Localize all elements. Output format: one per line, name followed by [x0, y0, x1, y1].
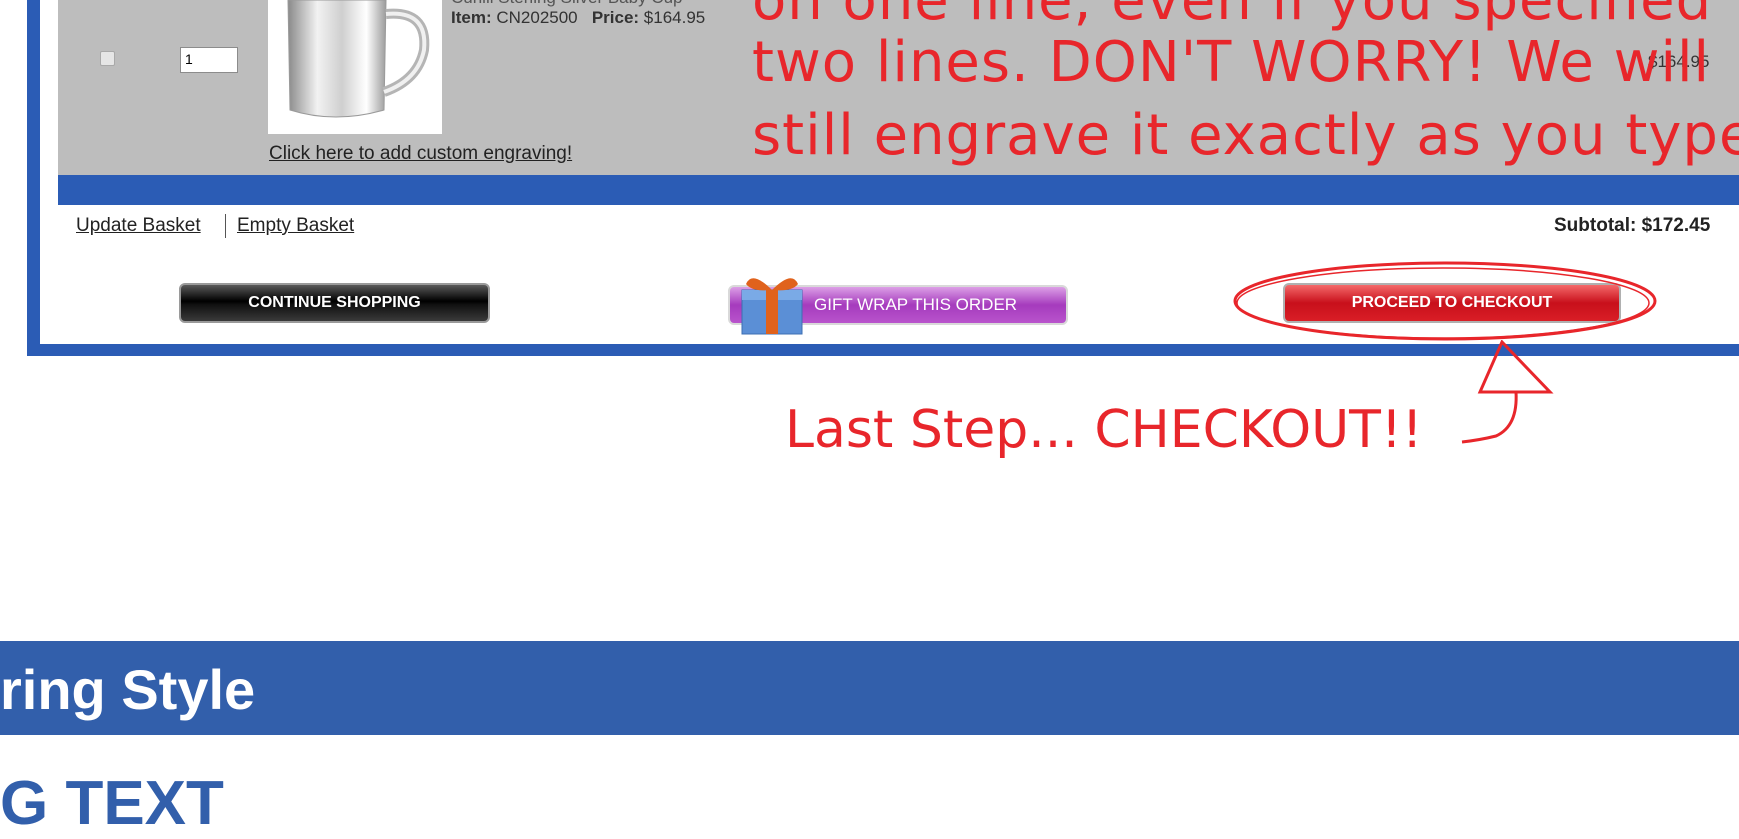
section-title: ring Style [0, 658, 256, 721]
item-price: $164.95 [643, 8, 706, 27]
checkout-caption: Last Step... CHECKOUT!! [785, 400, 1423, 460]
item-label: Item: [451, 8, 492, 27]
checkout-highlight-circle [1233, 261, 1657, 341]
product-details: Item: CN202500 Price: $164.95 [451, 8, 705, 28]
silver-cup-icon [287, 0, 430, 118]
basket-subtotal: Subtotal: $172.45 [1554, 215, 1711, 236]
annotation-line-3: still engrave it exactly as you typed [752, 103, 1739, 168]
price-label: Price: [591, 8, 640, 27]
product-name: Cunill Sterling Silver Baby Cup [451, 0, 683, 8]
section-subtitle: G TEXT [0, 769, 224, 838]
update-basket-link[interactable]: Update Basket [76, 215, 201, 237]
arrow-up-icon [1461, 340, 1554, 444]
continue-shopping-button[interactable]: CONTINUE SHOPPING [179, 283, 490, 323]
remove-item-checkbox[interactable] [100, 51, 115, 66]
annotation-line-2: two lines. DON'T WORRY! We will [752, 30, 1711, 95]
link-separator [225, 214, 226, 238]
quantity-input[interactable]: 1 [180, 47, 238, 73]
add-engraving-link[interactable]: Click here to add custom engraving! [269, 143, 572, 165]
annotation-line-1: on one line, even if you specified [752, 0, 1713, 33]
product-image-silver-cup[interactable] [268, 0, 442, 134]
empty-basket-link[interactable]: Empty Basket [237, 215, 354, 237]
gift-box-icon [738, 272, 806, 336]
section-header-band [0, 641, 1739, 735]
basket-divider-strip [58, 175, 1739, 205]
item-code: CN202500 [496, 8, 578, 27]
